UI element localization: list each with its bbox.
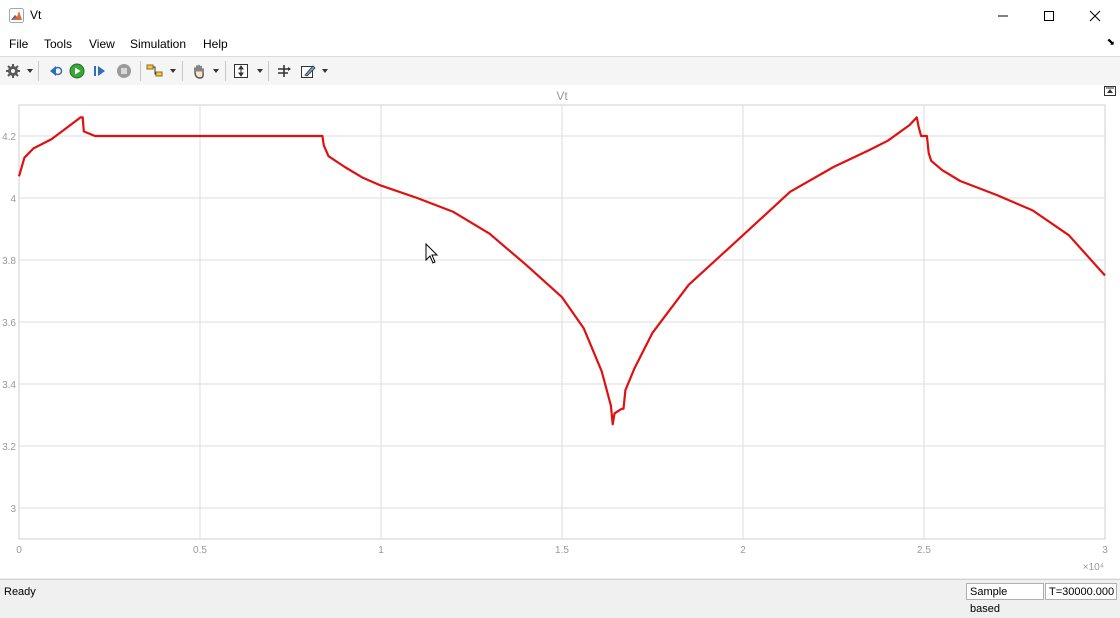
sample-mode-indicator: Sample based xyxy=(966,583,1044,615)
chevron-down-icon[interactable] xyxy=(26,67,34,75)
mouse-cursor-icon xyxy=(425,243,439,264)
toolbar-separator xyxy=(140,61,141,81)
y-tick-label: 4 xyxy=(10,194,16,205)
matlab-app-icon xyxy=(9,8,24,23)
chevron-down-icon[interactable] xyxy=(256,67,264,75)
close-icon xyxy=(1089,10,1101,21)
stop-icon xyxy=(117,64,131,78)
window-title: Vt xyxy=(30,8,42,22)
stop-button[interactable] xyxy=(114,61,134,81)
menu-simulation[interactable]: Simulation xyxy=(130,37,186,51)
x-tick-label: 1 xyxy=(378,545,384,556)
title-bar: Vt xyxy=(0,0,1120,31)
toolbar-separator xyxy=(38,61,39,81)
cursor-measure-icon xyxy=(278,65,291,77)
zoom-autoscale-icon xyxy=(234,64,248,78)
x-tick-label: 3 xyxy=(1102,545,1108,556)
close-button[interactable] xyxy=(1072,0,1118,31)
x-tick-label: 1.5 xyxy=(555,545,569,556)
zoom-autoscale-button[interactable] xyxy=(231,61,251,81)
maximize-icon xyxy=(1044,10,1054,21)
step-back-button[interactable] xyxy=(45,61,65,81)
cursor-measure-button[interactable] xyxy=(274,61,294,81)
step-forward-icon xyxy=(94,66,105,76)
x-tick-label: 2.5 xyxy=(917,545,931,556)
toolbar-separator xyxy=(225,61,226,81)
minimize-button[interactable] xyxy=(980,0,1026,31)
style-edit-icon xyxy=(301,65,316,78)
x-tick-label: 0 xyxy=(16,545,22,556)
dock-pin-icon[interactable]: ⬊ xyxy=(1107,37,1115,48)
menu-help[interactable]: Help xyxy=(203,37,228,51)
y-tick-label: 3.6 xyxy=(2,318,16,329)
step-forward-button[interactable] xyxy=(90,61,110,81)
settings-gear-icon xyxy=(6,64,20,78)
y-tick-label: 3.8 xyxy=(2,256,16,267)
toolbar-separator xyxy=(268,61,269,81)
status-bar: Ready Sample based T=30000.000 xyxy=(0,579,1120,615)
x-exponent-label: ×10⁴ xyxy=(1083,562,1104,573)
y-tick-label: 4.2 xyxy=(2,132,16,143)
signal-select-button[interactable] xyxy=(145,61,165,81)
x-tick-label: 0.5 xyxy=(193,545,207,556)
run-icon xyxy=(69,63,85,79)
chart-title: Vt xyxy=(556,89,568,103)
toolbar xyxy=(0,56,1120,86)
undock-plot-icon[interactable] xyxy=(1104,86,1116,96)
step-back-icon xyxy=(50,66,63,76)
style-edit-button[interactable] xyxy=(298,61,318,81)
y-tick-label: 3.2 xyxy=(2,442,16,453)
y-tick-label: 3 xyxy=(10,504,16,515)
y-tick-label: 3.4 xyxy=(2,380,16,391)
menu-tools[interactable]: Tools xyxy=(44,37,72,51)
toolbar-separator xyxy=(182,61,183,81)
simulation-time-indicator: T=30000.000 xyxy=(1045,583,1117,600)
pan-button[interactable] xyxy=(189,61,209,81)
status-ready: Ready xyxy=(4,586,36,598)
signal-select-icon xyxy=(146,64,163,77)
menu-file[interactable]: File xyxy=(9,37,28,51)
pan-hand-icon xyxy=(194,64,204,79)
chevron-down-icon[interactable] xyxy=(169,67,177,75)
vt-line-chart[interactable]: 0 0.5 1 1.5 2 2.5 3 3 3.2 3.4 3.6 3.8 4 4.2 Vt ×10⁴ xyxy=(0,85,1120,578)
chevron-down-icon[interactable] xyxy=(321,67,329,75)
x-tick-label: 2 xyxy=(740,545,746,556)
settings-button[interactable] xyxy=(3,61,23,81)
maximize-button[interactable] xyxy=(1026,0,1072,31)
menu-view[interactable]: View xyxy=(89,37,115,51)
menu-bar: File Tools View Simulation Help ⬊ xyxy=(0,31,1120,56)
scope-plot-area: 0 0.5 1 1.5 2 2.5 3 3 3.2 3.4 3.6 3.8 4 4.2 Vt ×10⁴ xyxy=(0,85,1120,578)
chevron-down-icon[interactable] xyxy=(212,67,220,75)
minimize-icon xyxy=(998,15,1008,16)
run-button[interactable] xyxy=(67,61,87,81)
